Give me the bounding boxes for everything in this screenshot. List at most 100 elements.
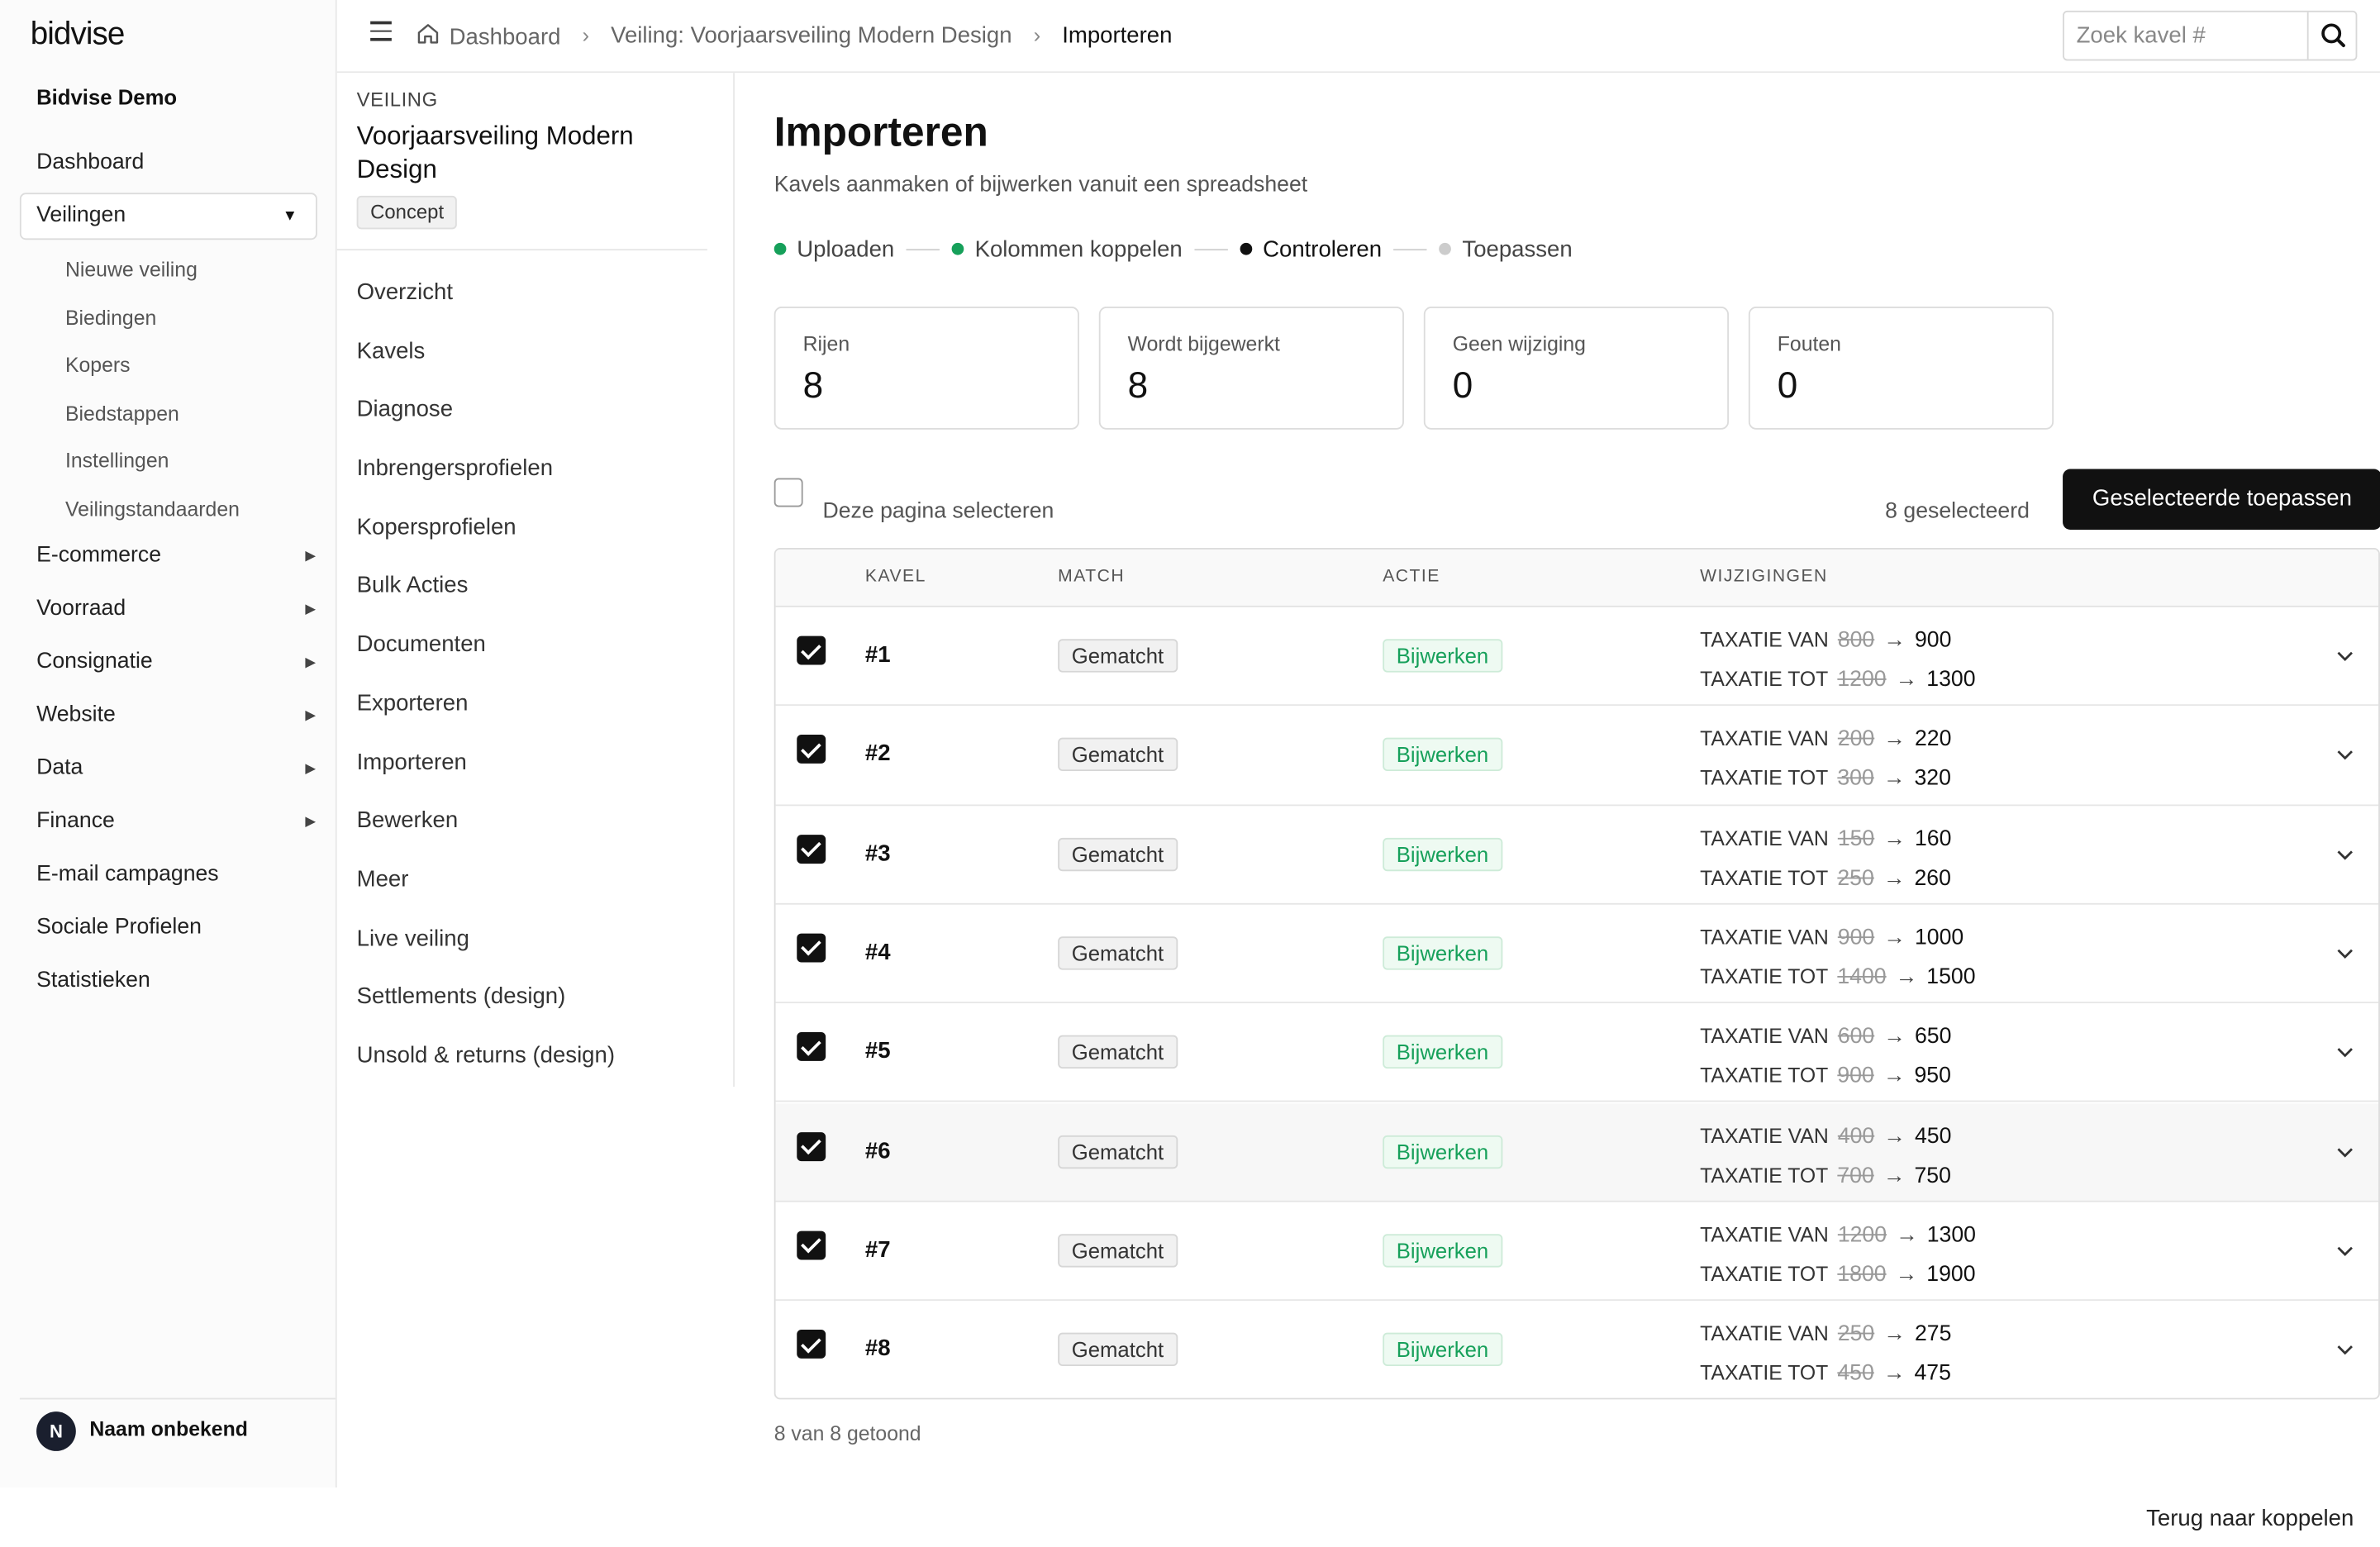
change-label: TAXATIE VAN [1700,628,1829,651]
sidebar-subitem[interactable]: Instellingen [0,437,337,485]
breadcrumb-home[interactable]: Dashboard [416,21,560,50]
sidebar-subitem[interactable]: Nieuwe veiling [0,246,337,294]
change-label: TAXATIE VAN [1700,727,1829,750]
row-checkbox[interactable] [797,635,826,665]
lot-number[interactable]: #5 [865,1039,891,1064]
caret-right-icon: ▶ [305,601,317,616]
auction-menu-item[interactable]: Kavels [357,323,615,382]
sidebar-item-label: Consignatie [36,650,153,674]
change-label: TAXATIE TOT [1700,1262,1829,1286]
new-value: 160 [1914,826,1952,851]
sidebar-item-website[interactable]: Website ▶ [0,693,337,745]
back-to-mapping-link[interactable]: Terug naar koppelen [2146,1506,2354,1531]
auction-menu-item[interactable]: Importeren [357,734,615,793]
table-row[interactable]: #2 Gematcht Bijwerken TAXATIE VAN 200 → 220… [775,707,2379,806]
match-badge: Gematcht [1058,738,1178,772]
stat-card-fouten: Fouten 0 [1748,307,2054,430]
sidebar-item-finance[interactable]: Finance ▶ [0,798,337,851]
sidebar-item-email-campagnes[interactable]: E-mail campagnes [0,851,337,904]
row-checkbox[interactable] [797,1032,826,1062]
auction-menu-item[interactable]: Unsold & returns (design) [357,1027,615,1086]
chevron-down-icon[interactable] [2335,1339,2356,1360]
lot-number[interactable]: #1 [865,642,891,668]
search-button[interactable] [2306,12,2356,60]
chevron-down-icon[interactable] [2335,645,2356,667]
sidebar-item-veilingen[interactable]: Veilingen ▼ [19,193,317,240]
table-row[interactable]: #3 Gematcht Bijwerken TAXATIE VAN 150 → 160… [775,806,2379,905]
stat-value: 8 [1127,365,1149,407]
row-checkbox[interactable] [797,933,826,963]
auction-menu-item[interactable]: Live veiling [357,910,615,969]
lot-number[interactable]: #8 [865,1335,891,1361]
apply-selected-button[interactable]: Geselecteerde toepassen [2063,469,2380,531]
sidebar-subitem[interactable]: Biedingen [0,293,337,341]
breadcrumb-auction[interactable]: Veiling: Voorjaarsveiling Modern Design [611,22,1011,48]
divider [336,249,707,251]
chevron-down-icon[interactable] [2335,1140,2356,1162]
arrow-right-icon: → [1883,926,1906,950]
step-label: Kolommen koppelen [974,236,1183,262]
row-checkbox[interactable] [797,1131,826,1161]
sidebar-item-e-commerce[interactable]: E-commerce ▶ [0,533,337,586]
change-label: TAXATIE VAN [1700,926,1829,949]
step-connector [906,248,940,250]
lot-number[interactable]: #3 [865,840,891,866]
step-label: Uploaden [797,236,895,262]
stat-label: Rijen [802,332,850,355]
sidebar-item-label: Statistieken [36,968,150,993]
table-row[interactable]: #4 Gematcht Bijwerken TAXATIE VAN 900 → 100… [775,904,2379,1004]
chevron-right-icon: › [1033,23,1041,48]
lot-number[interactable]: #2 [865,741,891,767]
sidebar-subitem[interactable]: Kopers [0,341,337,389]
chevron-down-icon[interactable] [2335,745,2356,766]
hamburger-menu-icon[interactable] [370,21,392,43]
auction-menu-item[interactable]: Diagnose [357,382,615,440]
action-badge: Bijwerken [1383,936,1502,970]
auction-menu-item[interactable]: Inbrengersprofielen [357,440,615,499]
auction-menu-item[interactable]: Overzicht [357,264,615,323]
chevron-down-icon[interactable] [2335,942,2356,964]
action-badge: Bijwerken [1383,639,1502,673]
sidebar-subitem[interactable]: Biedstappen [0,389,337,437]
lot-number[interactable]: #6 [865,1138,891,1164]
lot-number[interactable]: #7 [865,1237,891,1263]
sidebar-item-dashboard[interactable]: Dashboard [0,140,337,193]
table-row[interactable]: #6 Gematcht Bijwerken TAXATIE VAN 400 → 450… [775,1102,2379,1202]
row-checkbox[interactable] [797,834,826,864]
row-checkbox[interactable] [797,1330,826,1359]
auction-menu-item[interactable]: Kopersprofielen [357,499,615,558]
lot-number[interactable]: #4 [865,940,891,965]
new-value: 260 [1914,866,1951,891]
sidebar-item-data[interactable]: Data ▶ [0,745,337,798]
chevron-down-icon[interactable] [2335,843,2356,864]
user-menu[interactable]: N Naam onbekend [19,1397,336,1462]
brand-logo[interactable]: bidvise [31,17,126,53]
sidebar-item-sociale-profielen[interactable]: Sociale Profielen [0,905,337,958]
select-page-label[interactable]: Deze pagina selecteren [822,499,1054,523]
auction-menu-item[interactable]: Bulk Acties [357,558,615,616]
auction-menu-item[interactable]: Documenten [357,616,615,675]
table-row[interactable]: #1 Gematcht Bijwerken TAXATIE VAN 800 → 900… [775,607,2379,707]
search-input[interactable] [2063,12,2311,60]
row-checkbox[interactable] [797,735,826,764]
table-row[interactable]: #8 Gematcht Bijwerken TAXATIE VAN 250 → 275… [776,1301,2379,1397]
auction-menu-item[interactable]: Bewerken [357,793,615,851]
sidebar: bidvise Bidvise Demo Dashboard Veilingen… [0,0,337,1488]
select-page-checkbox[interactable] [774,478,803,507]
sidebar-subitem[interactable]: Veilingstandaarden [0,485,337,533]
sidebar-item-voorraad[interactable]: Voorraad ▶ [0,586,337,639]
chevron-down-icon[interactable] [2335,1240,2356,1261]
auction-menu-item[interactable]: Exporteren [357,675,615,734]
table-row[interactable]: #7 Gematcht Bijwerken TAXATIE VAN 1200 → 13… [775,1202,2379,1302]
auction-menu-item[interactable]: Settlements (design) [357,969,615,1027]
chevron-down-icon[interactable] [2335,1041,2356,1063]
table-row[interactable]: #5 Gematcht Bijwerken TAXATIE VAN 600 → 650… [775,1003,2379,1103]
match-badge: Gematcht [1058,639,1178,673]
row-checkbox[interactable] [797,1230,826,1260]
action-badge: Bijwerken [1383,1233,1502,1268]
sidebar-item-consignatie[interactable]: Consignatie ▶ [0,639,337,692]
stat-value: 8 [802,365,824,407]
sidebar-item-statistieken[interactable]: Statistieken [0,958,337,1011]
old-value: 900 [1837,926,1875,950]
auction-menu-item[interactable]: Meer [357,851,615,910]
